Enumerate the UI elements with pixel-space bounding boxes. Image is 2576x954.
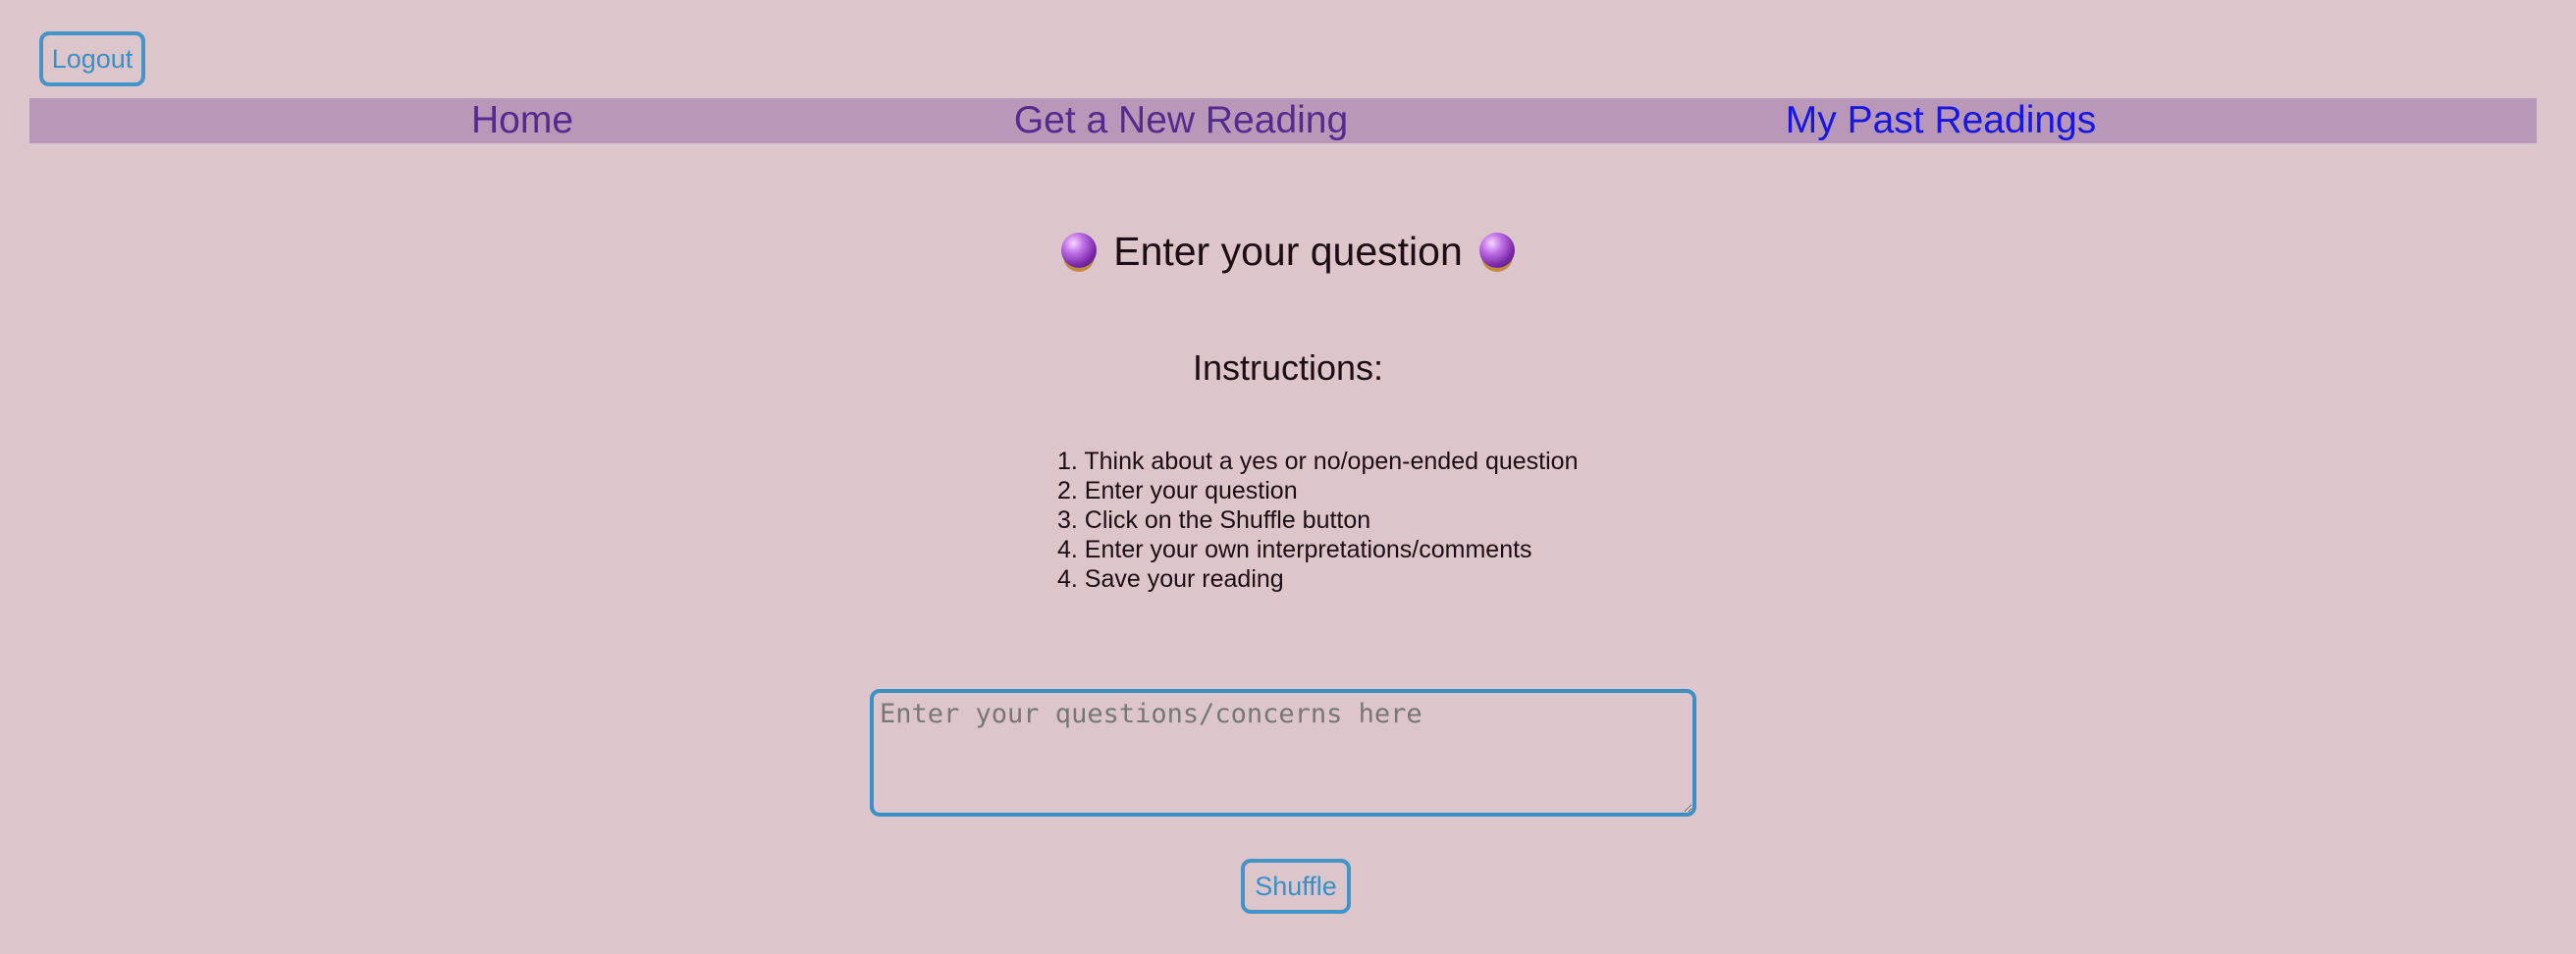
page-title-text: Enter your question: [1113, 229, 1463, 274]
shuffle-button[interactable]: Shuffle: [1241, 859, 1351, 914]
navbar: Home Get a New Reading My Past Readings: [29, 98, 2537, 143]
instructions-heading: Instructions:: [1192, 347, 1384, 388]
question-input[interactable]: [870, 689, 1696, 817]
crystal-ball-icon: [1479, 233, 1516, 269]
nav-link-past-readings[interactable]: My Past Readings: [1786, 98, 2096, 143]
instruction-step: 4. Enter your own interpretations/commen…: [1057, 536, 1532, 563]
instruction-step: 4. Save your reading: [1057, 565, 1284, 593]
page-title: Enter your question: [0, 224, 2576, 279]
instruction-step: 3. Click on the Shuffle button: [1057, 506, 1371, 534]
nav-link-home[interactable]: Home: [471, 98, 573, 143]
instruction-step: 2. Enter your question: [1057, 477, 1298, 504]
logout-button[interactable]: Logout: [39, 31, 145, 86]
nav-link-new-reading[interactable]: Get a New Reading: [1014, 98, 1348, 143]
instructions-list: 1. Think about a yes or no/open-ended qu…: [1057, 447, 1578, 594]
crystal-ball-icon: [1060, 233, 1097, 269]
instruction-step: 1. Think about a yes or no/open-ended qu…: [1057, 448, 1579, 475]
page: Logout Home Get a New Reading My Past Re…: [0, 0, 2576, 954]
